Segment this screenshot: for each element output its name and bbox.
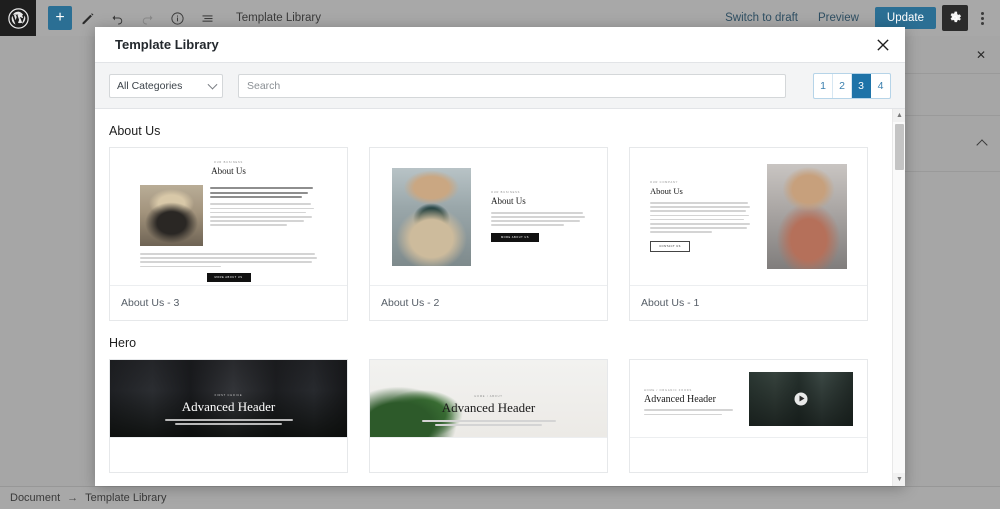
modal-header: Template Library (95, 27, 905, 63)
scroll-down-arrow-icon[interactable]: ▼ (893, 473, 905, 486)
pagination: 1 2 3 4 (813, 72, 891, 99)
template-preview: OUR BUSINESS About Us MORE ABOUT US (110, 148, 347, 286)
preview-subtext (164, 419, 293, 425)
template-card-caption (630, 438, 867, 472)
template-card-caption: About Us - 2 (381, 297, 440, 309)
preview-heading: Advanced Header (441, 400, 536, 416)
preview-heading: About Us (650, 186, 683, 197)
preview-photo (392, 167, 471, 266)
preview-eyebrow: OUR BUSINESS (213, 161, 244, 164)
scrollbar-thumb[interactable] (895, 124, 904, 170)
template-card[interactable]: HOME / ORGANIC FOODS Advanced Header (629, 359, 868, 473)
preview-button: More About Us (206, 273, 251, 283)
template-card[interactable]: HOME / ABOUT Advanced Header (369, 359, 608, 473)
switch-to-draft-button[interactable]: Switch to draft (715, 12, 808, 24)
search-input[interactable]: Search (238, 73, 786, 98)
preview-heading: Advanced Header (181, 399, 276, 415)
breadcrumb-separator: → (67, 492, 79, 504)
preview-heading: About Us (491, 195, 526, 206)
breadcrumb: Document → Template Library (0, 486, 1000, 509)
preview-subtext (421, 420, 556, 426)
document-title: Template Library (236, 12, 322, 24)
category-select[interactable]: All Categories (109, 73, 223, 98)
scroll-bottom-spacer (109, 473, 878, 486)
section-title-hero: Hero (109, 336, 137, 350)
preview-paragraph (140, 253, 317, 268)
pagination-page-4[interactable]: 4 (871, 74, 890, 98)
preview-heading: About Us (211, 166, 246, 176)
template-card-caption (370, 438, 607, 472)
preview-eyebrow: OUR COMPANY (650, 181, 679, 185)
template-preview: HOME / ORGANIC FOODS Advanced Header (630, 360, 867, 438)
preview-button: Contact Us (650, 240, 690, 252)
play-icon (794, 392, 808, 405)
template-grid-hero: FIRST CHOICE Advanced Header HOME / ABOU… (109, 359, 878, 473)
preview-button: More About Us (491, 233, 539, 243)
close-icon[interactable]: ✕ (976, 48, 986, 62)
preview-video-thumbnail (749, 371, 853, 426)
modal-toolbar: All Categories Search 1 2 3 4 (95, 63, 905, 109)
template-preview: OUR BUSINESS About Us More About Us (370, 148, 607, 286)
search-placeholder: Search (247, 79, 281, 92)
template-card[interactable]: OUR BUSINESS About Us MORE ABOUT US Abou… (109, 147, 348, 321)
template-library-modal: Template Library All Categories Search 1… (95, 27, 905, 486)
template-card-caption (110, 438, 347, 472)
scroll-up-arrow-icon[interactable]: ▲ (893, 109, 905, 122)
template-scroll-area[interactable]: About Us OUR BUSINESS About Us MORE ABOU… (95, 109, 892, 486)
pagination-page-2[interactable]: 2 (833, 73, 852, 98)
gear-icon[interactable] (942, 5, 968, 31)
preview-button[interactable]: Preview (808, 12, 869, 24)
three-dots-vertical-icon[interactable] (972, 5, 992, 31)
chevron-up-icon[interactable] (976, 139, 988, 151)
preview-photo (140, 185, 203, 246)
template-card-caption: About Us - 3 (121, 297, 180, 309)
template-preview: OUR COMPANY About Us CONTACT US (630, 148, 867, 286)
preview-photo (767, 164, 847, 269)
category-select-value: All Categories (117, 79, 183, 92)
breadcrumb-root[interactable]: Document (10, 492, 60, 504)
preview-eyebrow: HOME / ABOUT (474, 395, 503, 399)
preview-text-block (210, 185, 317, 246)
template-card-caption: About Us - 1 (641, 297, 700, 309)
template-card[interactable]: FIRST CHOICE Advanced Header (109, 359, 348, 473)
editor-screen: + Template Library Switch to draft Previ… (0, 0, 1000, 509)
preview-text-block: OUR BUSINESS About Us More About Us (491, 190, 585, 243)
preview-heading: Advanced Header (644, 394, 716, 406)
breadcrumb-current[interactable]: Template Library (85, 492, 166, 504)
close-icon[interactable] (867, 29, 899, 61)
modal-title: Template Library (115, 37, 219, 52)
pagination-page-3[interactable]: 3 (852, 73, 871, 98)
add-block-button[interactable]: + (48, 6, 72, 30)
template-grid-about-us: OUR BUSINESS About Us MORE ABOUT US Abou… (109, 147, 878, 321)
modal-scrollbar[interactable]: ▲ ▼ (892, 109, 905, 486)
chevron-down-icon (207, 79, 218, 90)
template-preview: FIRST CHOICE Advanced Header (110, 360, 347, 438)
pagination-page-1[interactable]: 1 (814, 73, 833, 98)
template-preview: HOME / ABOUT Advanced Header (370, 360, 607, 438)
template-card[interactable]: OUR BUSINESS About Us More About Us (369, 147, 608, 321)
preview-eyebrow: OUR BUSINESS (491, 190, 521, 194)
preview-eyebrow: FIRST CHOICE (214, 394, 243, 398)
modal-body: About Us OUR BUSINESS About Us MORE ABOU… (95, 109, 905, 486)
preview-text-block: OUR COMPANY About Us CONTACT US (650, 181, 750, 252)
wordpress-logo-icon[interactable] (0, 0, 36, 36)
preview-text-block: HOME / ORGANIC FOODS Advanced Header (644, 379, 735, 417)
section-title-about-us: About Us (109, 124, 161, 138)
preview-eyebrow: HOME / ORGANIC FOODS (644, 389, 692, 393)
update-button[interactable]: Update (874, 7, 936, 29)
template-card[interactable]: OUR COMPANY About Us CONTACT US About Us… (629, 147, 868, 321)
